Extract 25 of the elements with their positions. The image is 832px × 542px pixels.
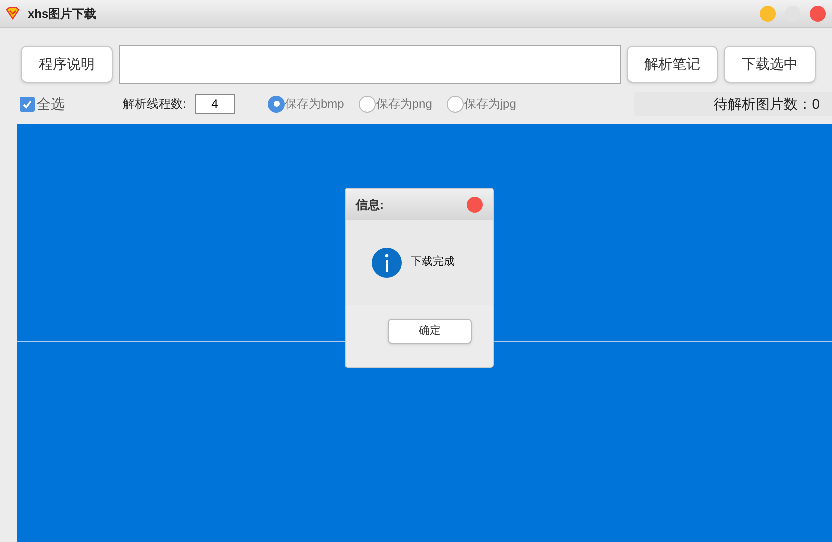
format-label: 保存为jpg xyxy=(464,96,516,113)
close-button[interactable] xyxy=(810,6,826,22)
select-all-label: 全选 xyxy=(37,94,65,114)
dialog-title: 信息: xyxy=(356,196,384,214)
dialog-close-button[interactable] xyxy=(467,196,483,212)
select-all-checkbox[interactable] xyxy=(20,96,35,112)
format-radio[interactable] xyxy=(447,96,464,112)
download-button[interactable]: 下载选中 xyxy=(724,46,816,83)
checkmark-icon xyxy=(22,98,33,110)
threads-input-field[interactable]: 4 xyxy=(195,94,235,114)
format-label: 保存为png xyxy=(376,96,432,113)
minimize-button[interactable] xyxy=(760,6,776,22)
format-radio[interactable] xyxy=(268,96,285,112)
pending-count-text: 待解析图片数：0 xyxy=(714,94,820,114)
window-title: xhs图片下载 xyxy=(28,6,97,22)
url-input-field[interactable] xyxy=(119,45,621,84)
help-button[interactable]: 程序说明 xyxy=(21,46,113,83)
app-logo-icon xyxy=(6,7,20,20)
format-label: 保存为bmp xyxy=(285,96,344,113)
format-radio[interactable] xyxy=(359,96,376,112)
ok-button[interactable]: 确定 xyxy=(388,319,472,344)
parse-button[interactable]: 解析笔记 xyxy=(627,46,718,83)
threads-label: 解析线程数: xyxy=(123,96,188,113)
dialog-message: 下载完成 xyxy=(411,254,455,270)
info-icon xyxy=(372,248,402,278)
